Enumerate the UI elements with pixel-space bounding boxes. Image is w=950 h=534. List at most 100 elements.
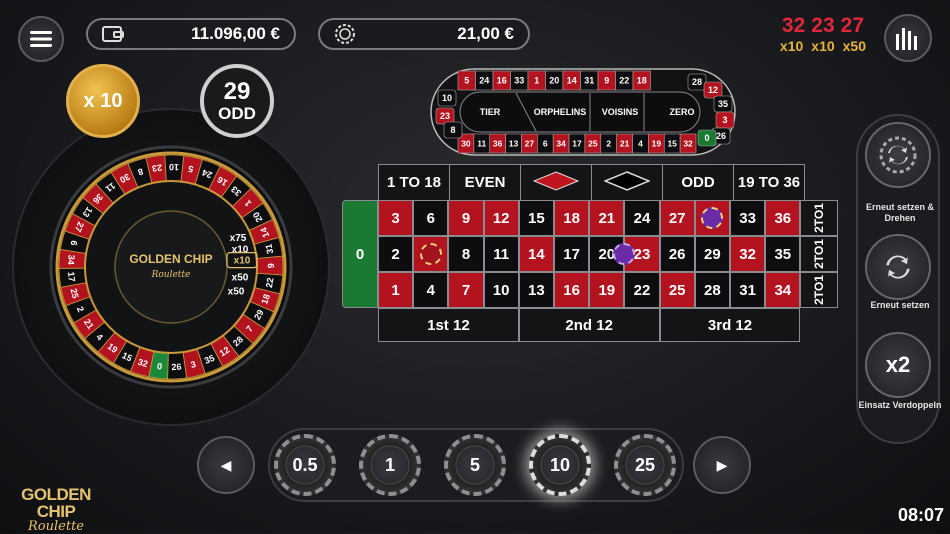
bet-number[interactable]: 18 <box>554 200 590 236</box>
bet-1-to-18[interactable]: 1 TO 18 <box>378 164 450 201</box>
bet-number[interactable]: 11 <box>483 236 519 272</box>
chip-10[interactable]: 10 <box>529 434 591 496</box>
bet-number[interactable]: 29 <box>694 236 730 272</box>
bet-dozen[interactable]: 1st 12 <box>378 308 519 342</box>
wheel-number: 31 <box>264 243 276 255</box>
bet-number[interactable]: 15 <box>518 200 554 236</box>
chip-5[interactable]: 5 <box>444 434 506 496</box>
racetrack-number: 6 <box>543 139 548 149</box>
racetrack-number: 18 <box>637 76 647 86</box>
bet-number[interactable]: 25 <box>659 272 695 308</box>
racetrack-number: 12 <box>708 85 718 95</box>
bet-zero[interactable]: 0 <box>342 200 378 308</box>
chip-row: 0.5 1 5 10 25 <box>274 434 676 496</box>
bet-number[interactable]: 7 <box>448 272 484 308</box>
last-results: 32 23 27 x10 x10 x50 <box>776 14 870 56</box>
betting-table[interactable]: 1 TO 18 EVEN ODD 19 TO 36 <box>342 164 843 201</box>
racetrack[interactable]: 5 24 16 33 1 20 14 31 9 22 18 30 11 36 13 27 6 34 17 25 2 21 4… <box>430 68 736 156</box>
last-result-number: 27 <box>840 14 864 37</box>
bet-number[interactable]: 8 <box>448 236 484 272</box>
chip-1[interactable]: 1 <box>359 434 421 496</box>
bet-column[interactable]: 2TO1 <box>800 200 839 236</box>
multiplier-badge: x 10 <box>66 64 140 138</box>
bet-column[interactable]: 2TO1 <box>800 236 839 272</box>
racetrack-number: 13 <box>509 139 519 149</box>
bet-number[interactable]: 6 <box>413 200 449 236</box>
bet-number[interactable]: 22 <box>624 272 660 308</box>
bet-19-to-36[interactable]: 19 TO 36 <box>733 164 805 201</box>
racetrack-number: 17 <box>572 139 582 149</box>
chip-0-5[interactable]: 0.5 <box>274 434 336 496</box>
bet-number[interactable]: 34 <box>765 272 801 308</box>
bet-number[interactable]: 28 <box>694 272 730 308</box>
racetrack-number: 15 <box>667 139 677 149</box>
svg-text:x10: x10 <box>234 256 251 267</box>
racetrack-section-voisins[interactable]: VOISINS <box>602 107 639 117</box>
double-label: Einsatz Verdoppeln <box>858 400 942 410</box>
last-result-multiplier: x10 <box>779 38 804 54</box>
bet-number[interactable]: 9 <box>448 200 484 236</box>
racetrack-graphic[interactable]: 5 24 16 33 1 20 14 31 9 22 1830 11 36 13 27 6 34 17 25 2 21 4… <box>430 68 736 156</box>
total-bet-display: 21,00 € <box>318 18 530 50</box>
number-grid[interactable]: 0369121518212427303336258111417202326293… <box>342 200 842 400</box>
placed-chip[interactable] <box>419 243 442 265</box>
menu-button[interactable] <box>18 16 64 62</box>
bet-number[interactable]: 19 <box>589 272 625 308</box>
bet-dozen[interactable]: 3rd 12 <box>659 308 801 342</box>
chips-next-button[interactable]: ▶ <box>693 436 751 494</box>
roulette-wheel: 0 32 15 19 4 21 2 25 17 34 6 27 13 36 11 30 8 23 10 5 24 16 33… <box>12 108 330 426</box>
chip-25[interactable]: 25 <box>614 434 676 496</box>
wheel-number: 10 <box>169 162 179 172</box>
bet-number[interactable]: 13 <box>518 272 554 308</box>
racetrack-number: 35 <box>718 99 728 109</box>
bet-number[interactable]: 26 <box>659 236 695 272</box>
rebet-button[interactable] <box>865 234 931 300</box>
statistics-button[interactable] <box>884 14 932 62</box>
bet-black[interactable] <box>591 164 663 201</box>
bet-number[interactable]: 10 <box>483 272 519 308</box>
bet-number[interactable]: 36 <box>765 200 801 236</box>
racetrack-number: 34 <box>556 139 566 149</box>
bet-number[interactable]: 3 <box>378 200 414 236</box>
rebet-spin-icon <box>879 136 917 174</box>
bet-number[interactable]: 27 <box>659 200 695 236</box>
bet-number[interactable]: 31 <box>730 272 766 308</box>
rebet-spin-button[interactable] <box>865 122 931 188</box>
bet-number[interactable]: 12 <box>483 200 519 236</box>
bet-number[interactable]: 32 <box>730 236 766 272</box>
action-panel: Erneut setzen & Drehen Erneut setzen x2 … <box>856 114 942 444</box>
bet-number[interactable]: 1 <box>378 272 414 308</box>
bet-odd[interactable]: ODD <box>662 164 734 201</box>
racetrack-section-zero[interactable]: ZERO <box>669 107 694 117</box>
last-result-multiplier: x10 <box>811 38 835 54</box>
wheel-graphic: 0321519421225173462713361130 8 23 10 5 241633… <box>49 145 293 389</box>
bet-number[interactable]: 24 <box>624 200 660 236</box>
rebet-icon <box>886 255 910 279</box>
racetrack-number: 27 <box>525 139 535 149</box>
bet-even[interactable]: EVEN <box>449 164 521 201</box>
last-result-number: 23 <box>811 14 835 37</box>
racetrack-section-orphelins[interactable]: ORPHELINS <box>534 107 587 117</box>
bet-number[interactable]: 33 <box>730 200 766 236</box>
racetrack-number: 33 <box>514 76 524 86</box>
bet-red[interactable] <box>520 164 592 201</box>
wheel-multiplier: x75 <box>230 233 247 244</box>
bet-number[interactable]: 21 <box>589 200 625 236</box>
bet-dozen[interactable]: 2nd 12 <box>518 308 660 342</box>
wheel-number: 17 <box>66 271 77 282</box>
racetrack-section-tier[interactable]: TIER <box>480 107 501 117</box>
double-bet-button[interactable]: x2 <box>865 332 931 398</box>
racetrack-number: 20 <box>549 76 559 86</box>
racetrack-number: 22 <box>619 76 629 86</box>
bet-number[interactable]: 2 <box>378 236 414 272</box>
bet-column[interactable]: 2TO1 <box>800 272 839 308</box>
racetrack-number: 8 <box>450 125 455 135</box>
wheel-number: 34 <box>66 254 77 265</box>
bet-number[interactable]: 16 <box>554 272 590 308</box>
bet-number[interactable]: 4 <box>413 272 449 308</box>
chips-prev-button[interactable]: ◀ <box>197 436 255 494</box>
bet-number[interactable]: 14 <box>518 236 554 272</box>
bet-number[interactable]: 35 <box>765 236 801 272</box>
bet-number[interactable]: 17 <box>554 236 590 272</box>
wheel-multiplier: x10 <box>232 244 249 255</box>
